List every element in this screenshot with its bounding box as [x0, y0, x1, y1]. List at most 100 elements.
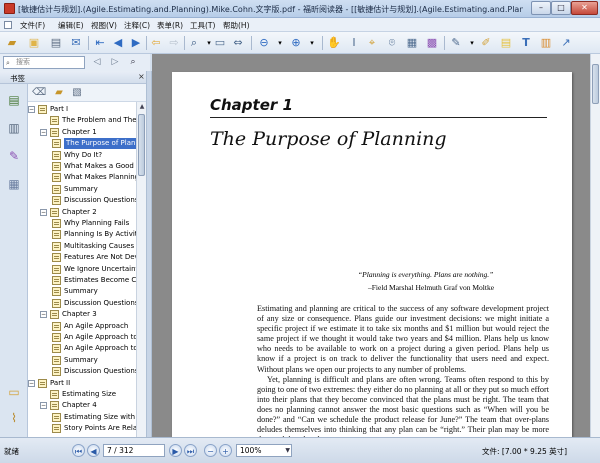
note-icon[interactable]: ▤ [498, 35, 514, 51]
page-number-field[interactable]: 7 / 312 [103, 444, 165, 457]
zoom-out-button[interactable]: − [204, 444, 217, 457]
comments-tab-icon[interactable]: ✎ [6, 148, 22, 164]
forward-arrow-icon[interactable]: ⇨ [166, 35, 182, 51]
layers-tab-icon[interactable]: ▦ [6, 176, 22, 192]
bookmark-item[interactable]: Multitasking Causes Further Delays [28, 241, 136, 252]
collapse-toggle-icon[interactable]: − [28, 379, 35, 387]
bookmark-item[interactable]: Summary [28, 184, 136, 195]
find-icon[interactable]: ⌾ [384, 35, 400, 51]
hand-tool-icon[interactable]: ✋ [326, 35, 342, 51]
search-next-icon[interactable]: ▷ [108, 56, 122, 69]
menu-tools[interactable]: 工具(T) [190, 20, 215, 31]
search-previous-icon[interactable]: ◁ [90, 56, 104, 69]
attachment-icon[interactable]: ⌇ [6, 410, 22, 426]
bookmark-item[interactable]: − Chapter 4 [28, 400, 136, 411]
document-view[interactable]: Chapter 1 The Purpose of Planning “Plann… [152, 54, 600, 437]
select-text-icon[interactable]: Ⅰ [346, 35, 362, 51]
next-page-icon[interactable]: ▶ [128, 35, 144, 51]
bookmark-item[interactable]: Summary [28, 355, 136, 366]
bookmark-item[interactable]: What Makes Planning Agile? [28, 172, 136, 183]
typewriter-icon[interactable]: T [518, 35, 534, 51]
bookmark-item[interactable]: − Chapter 3 [28, 309, 136, 320]
image-icon[interactable]: ▩ [424, 35, 440, 51]
bookmark-item[interactable]: The Purpose of Planning [28, 138, 136, 150]
snapshot-icon[interactable]: ⌖ [364, 35, 380, 51]
bookmark-item[interactable]: An Agile Approach [28, 321, 136, 332]
collapse-toggle-icon[interactable]: − [40, 208, 47, 216]
menu-view[interactable]: 视图(V) [91, 20, 117, 31]
bookmark-item[interactable]: Story Points Are Relative [28, 423, 136, 434]
email-icon[interactable]: ✉ [68, 35, 84, 51]
scroll-thumb[interactable] [592, 64, 599, 104]
menu-help[interactable]: 帮助(H) [223, 20, 250, 31]
bookmark-item[interactable]: Discussion Questions [28, 195, 136, 206]
bookmark-item[interactable]: Summary [28, 286, 136, 297]
comment-bubble-icon[interactable]: ▭ [6, 384, 22, 400]
bookmark-item[interactable]: − Chapter 2 [28, 207, 136, 218]
maximize-button[interactable]: □ [551, 1, 571, 15]
bookmark-item[interactable]: An Agile Approach to Projects [28, 332, 136, 343]
bookmark-item[interactable]: Estimating Size [28, 389, 136, 400]
chevron-down-icon[interactable]: ▾ [272, 35, 288, 51]
text-viewer-icon[interactable]: ▦ [404, 35, 420, 51]
bookmark-item[interactable]: Discussion Questions [28, 366, 136, 377]
comment-icon[interactable]: ✎ [448, 35, 464, 51]
scroll-up-icon[interactable]: ▲ [138, 103, 146, 111]
bookmark-item[interactable]: − Part II [28, 378, 136, 389]
bookmark-scrollbar[interactable]: ▲ [136, 102, 146, 437]
menu-comment[interactable]: 注释(C) [124, 20, 150, 31]
close-button[interactable]: ✕ [571, 1, 598, 15]
fit-width-icon[interactable]: ⇔ [230, 35, 246, 51]
add-bookmark-icon[interactable]: ▰ [52, 86, 66, 100]
stamp-icon[interactable]: ▥ [538, 35, 554, 51]
zoom-select[interactable]: 100% ▼ [236, 444, 292, 457]
zoom-out-icon[interactable]: ⊖ [256, 35, 272, 51]
bookmark-item[interactable]: − Chapter 1 [28, 127, 136, 138]
back-arrow-icon[interactable]: ⇦ [148, 35, 164, 51]
bookmarks-tab-icon[interactable]: ▤ [6, 92, 22, 108]
arrow-tool-icon[interactable]: ↗ [558, 35, 574, 51]
bookmark-item[interactable]: Why Do It? [28, 150, 136, 161]
bookmark-item[interactable]: The Problem and The Goal [28, 115, 136, 126]
menu-file[interactable]: 文件(F) [20, 20, 45, 31]
bookmark-item[interactable]: Estimating Size with Story Points [28, 412, 136, 423]
bookmark-item[interactable]: What Makes a Good Plan? [28, 161, 136, 172]
bookmark-item[interactable]: Planning Is By Activity Rather Than Feat… [28, 229, 136, 240]
pages-tab-icon[interactable]: ▥ [6, 120, 22, 136]
zoom-icon[interactable]: ⌕ [186, 35, 202, 51]
zoom-in-button[interactable]: + [219, 444, 232, 457]
collapse-toggle-icon[interactable]: − [40, 311, 47, 319]
next-page-button[interactable]: ▶ [169, 444, 182, 457]
minimize-button[interactable]: – [531, 1, 551, 15]
delete-bookmark-icon[interactable]: ⌫ [32, 86, 46, 100]
save-icon[interactable]: ▣ [26, 35, 42, 51]
print-icon[interactable]: ▤ [48, 35, 64, 51]
last-page-button[interactable]: ⏭ [184, 444, 197, 457]
fit-page-icon[interactable]: ▭ [212, 35, 228, 51]
first-page-icon[interactable]: ⇤ [92, 35, 108, 51]
expand-bookmark-icon[interactable]: ▧ [70, 86, 84, 100]
chevron-down-icon[interactable]: ▾ [304, 35, 320, 51]
menu-form[interactable]: 表单(R) [157, 20, 183, 31]
bookmark-item[interactable]: − Part I [28, 104, 136, 115]
collapse-toggle-icon[interactable]: − [28, 106, 35, 113]
search-input[interactable]: ⌕ 搜索 [3, 56, 85, 69]
scroll-thumb[interactable] [138, 114, 145, 176]
bookmark-item[interactable]: Why Planning Fails [28, 218, 136, 229]
highlight-icon[interactable]: ✐ [478, 35, 494, 51]
close-panel-icon[interactable]: × [138, 72, 145, 81]
previous-page-icon[interactable]: ◀ [110, 35, 126, 51]
collapse-toggle-icon[interactable]: − [40, 128, 47, 136]
collapse-toggle-icon[interactable]: − [40, 402, 47, 410]
menu-edit[interactable]: 编辑(E) [58, 20, 84, 31]
document-scrollbar[interactable] [590, 54, 600, 437]
bookmark-item[interactable]: Estimates Become Commitments [28, 275, 136, 286]
bookmark-item[interactable]: Discussion Questions [28, 298, 136, 309]
first-page-button[interactable]: ⏮ [72, 444, 85, 457]
zoom-in-icon[interactable]: ⊕ [288, 35, 304, 51]
open-folder-icon[interactable]: ▰ [4, 35, 20, 51]
bookmark-item[interactable]: Features Are Not Developed By Priority [28, 252, 136, 263]
search-options-icon[interactable]: ⌕ [126, 56, 140, 69]
bookmark-item[interactable]: We Ignore Uncertainty [28, 264, 136, 275]
previous-page-button[interactable]: ◀ [87, 444, 100, 457]
